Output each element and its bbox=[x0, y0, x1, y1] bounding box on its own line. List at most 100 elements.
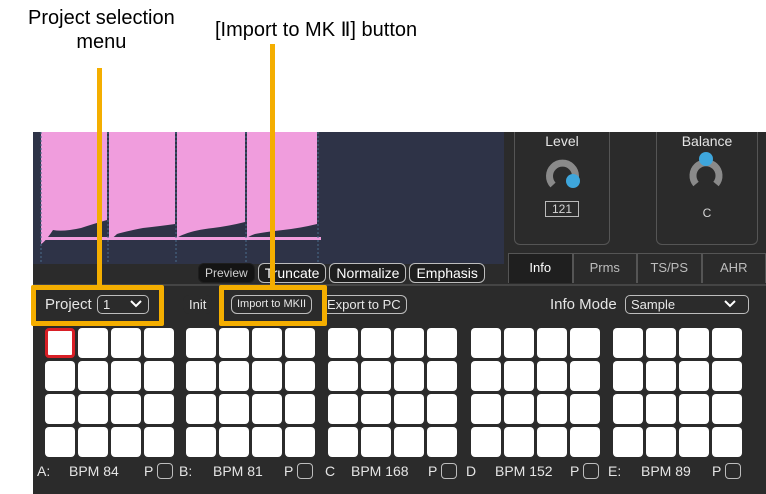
callout-import-highlight bbox=[219, 285, 327, 326]
sample-pad[interactable] bbox=[537, 427, 567, 457]
sample-pad[interactable] bbox=[712, 427, 742, 457]
sample-pad[interactable] bbox=[394, 361, 424, 391]
sample-pad[interactable] bbox=[646, 394, 676, 424]
sample-pad[interactable] bbox=[186, 394, 216, 424]
sample-pad[interactable] bbox=[285, 361, 315, 391]
sample-pad[interactable] bbox=[471, 427, 501, 457]
sample-pad[interactable] bbox=[111, 328, 141, 358]
sample-pad[interactable] bbox=[219, 361, 249, 391]
sample-pad[interactable] bbox=[219, 328, 249, 358]
sample-pad[interactable] bbox=[252, 427, 282, 457]
sample-pad[interactable] bbox=[328, 427, 358, 457]
preview-button[interactable]: Preview bbox=[198, 263, 255, 283]
sample-pad[interactable] bbox=[361, 427, 391, 457]
sample-pad[interactable] bbox=[427, 394, 457, 424]
normalize-button[interactable]: Normalize bbox=[329, 263, 407, 283]
waveform-display[interactable] bbox=[33, 132, 504, 264]
sample-pad[interactable] bbox=[394, 394, 424, 424]
sample-pad[interactable] bbox=[186, 361, 216, 391]
sample-pad[interactable] bbox=[328, 394, 358, 424]
sample-pad-selected[interactable] bbox=[45, 328, 75, 358]
sample-pad[interactable] bbox=[252, 394, 282, 424]
sample-pad[interactable] bbox=[712, 361, 742, 391]
sample-pad[interactable] bbox=[504, 394, 534, 424]
sample-pad[interactable] bbox=[219, 427, 249, 457]
sample-pad[interactable] bbox=[285, 427, 315, 457]
sample-pad[interactable] bbox=[45, 394, 75, 424]
tab-ts-ps[interactable]: TS/PS bbox=[637, 253, 702, 283]
sample-pad[interactable] bbox=[111, 427, 141, 457]
sample-pad[interactable] bbox=[613, 328, 643, 358]
bank-p-checkbox[interactable] bbox=[157, 463, 173, 479]
sample-pad[interactable] bbox=[471, 394, 501, 424]
sample-pad[interactable] bbox=[613, 361, 643, 391]
tab-ahr[interactable]: AHR bbox=[701, 253, 766, 283]
sample-pad[interactable] bbox=[712, 394, 742, 424]
sample-pad[interactable] bbox=[394, 427, 424, 457]
sample-pad[interactable] bbox=[427, 427, 457, 457]
sample-pad[interactable] bbox=[679, 328, 709, 358]
sample-pad[interactable] bbox=[186, 328, 216, 358]
sample-pad[interactable] bbox=[144, 361, 174, 391]
sample-pad[interactable] bbox=[570, 361, 600, 391]
sample-pad[interactable] bbox=[45, 427, 75, 457]
init-button[interactable]: Init bbox=[183, 295, 213, 314]
tab-prms[interactable]: Prms bbox=[572, 253, 637, 283]
sample-pad[interactable] bbox=[328, 328, 358, 358]
sample-pad[interactable] bbox=[78, 427, 108, 457]
sample-pad[interactable] bbox=[361, 361, 391, 391]
sample-pad[interactable] bbox=[252, 361, 282, 391]
sample-pad[interactable] bbox=[111, 361, 141, 391]
sample-pad[interactable] bbox=[679, 394, 709, 424]
sample-pad[interactable] bbox=[78, 361, 108, 391]
sample-pad[interactable] bbox=[537, 328, 567, 358]
sample-pad[interactable] bbox=[111, 394, 141, 424]
sample-pad[interactable] bbox=[394, 328, 424, 358]
sample-pad[interactable] bbox=[144, 394, 174, 424]
sample-pad[interactable] bbox=[361, 394, 391, 424]
sample-pad[interactable] bbox=[144, 427, 174, 457]
sample-pad[interactable] bbox=[427, 361, 457, 391]
sample-pad[interactable] bbox=[504, 361, 534, 391]
bank-p-checkbox[interactable] bbox=[441, 463, 457, 479]
sample-pad[interactable] bbox=[328, 361, 358, 391]
sample-pad[interactable] bbox=[646, 361, 676, 391]
sample-pad[interactable] bbox=[45, 361, 75, 391]
sample-pad[interactable] bbox=[646, 328, 676, 358]
level-knob[interactable] bbox=[543, 154, 583, 194]
sample-pad[interactable] bbox=[361, 328, 391, 358]
sample-pad[interactable] bbox=[285, 328, 315, 358]
sample-pad[interactable] bbox=[679, 427, 709, 457]
sample-pad[interactable] bbox=[504, 328, 534, 358]
sample-pad[interactable] bbox=[144, 328, 174, 358]
sample-pad[interactable] bbox=[570, 427, 600, 457]
sample-pad[interactable] bbox=[78, 394, 108, 424]
bank-p-checkbox[interactable] bbox=[725, 463, 741, 479]
sample-pad[interactable] bbox=[427, 328, 457, 358]
bank-p-checkbox[interactable] bbox=[297, 463, 313, 479]
sample-pad[interactable] bbox=[613, 427, 643, 457]
sample-pad[interactable] bbox=[471, 361, 501, 391]
truncate-button[interactable]: Truncate bbox=[257, 263, 327, 283]
info-mode-select[interactable]: Sample bbox=[625, 295, 749, 314]
sample-pad[interactable] bbox=[570, 394, 600, 424]
sample-pad[interactable] bbox=[537, 361, 567, 391]
sample-pad[interactable] bbox=[537, 394, 567, 424]
sample-pad[interactable] bbox=[646, 427, 676, 457]
export-to-pc-button[interactable]: Export to PC bbox=[321, 295, 407, 314]
sample-pad[interactable] bbox=[471, 328, 501, 358]
sample-pad[interactable] bbox=[613, 394, 643, 424]
sample-pad[interactable] bbox=[285, 394, 315, 424]
sample-pad[interactable] bbox=[570, 328, 600, 358]
bank-p-checkbox[interactable] bbox=[583, 463, 599, 479]
sample-pad[interactable] bbox=[504, 427, 534, 457]
sample-pad[interactable] bbox=[712, 328, 742, 358]
emphasis-button[interactable]: Emphasis bbox=[409, 263, 485, 283]
sample-pad[interactable] bbox=[186, 427, 216, 457]
sample-pad[interactable] bbox=[78, 328, 108, 358]
sample-pad[interactable] bbox=[679, 361, 709, 391]
sample-pad[interactable] bbox=[252, 328, 282, 358]
balance-knob[interactable] bbox=[686, 150, 726, 190]
tab-info[interactable]: Info bbox=[508, 253, 573, 283]
sample-pad[interactable] bbox=[219, 394, 249, 424]
